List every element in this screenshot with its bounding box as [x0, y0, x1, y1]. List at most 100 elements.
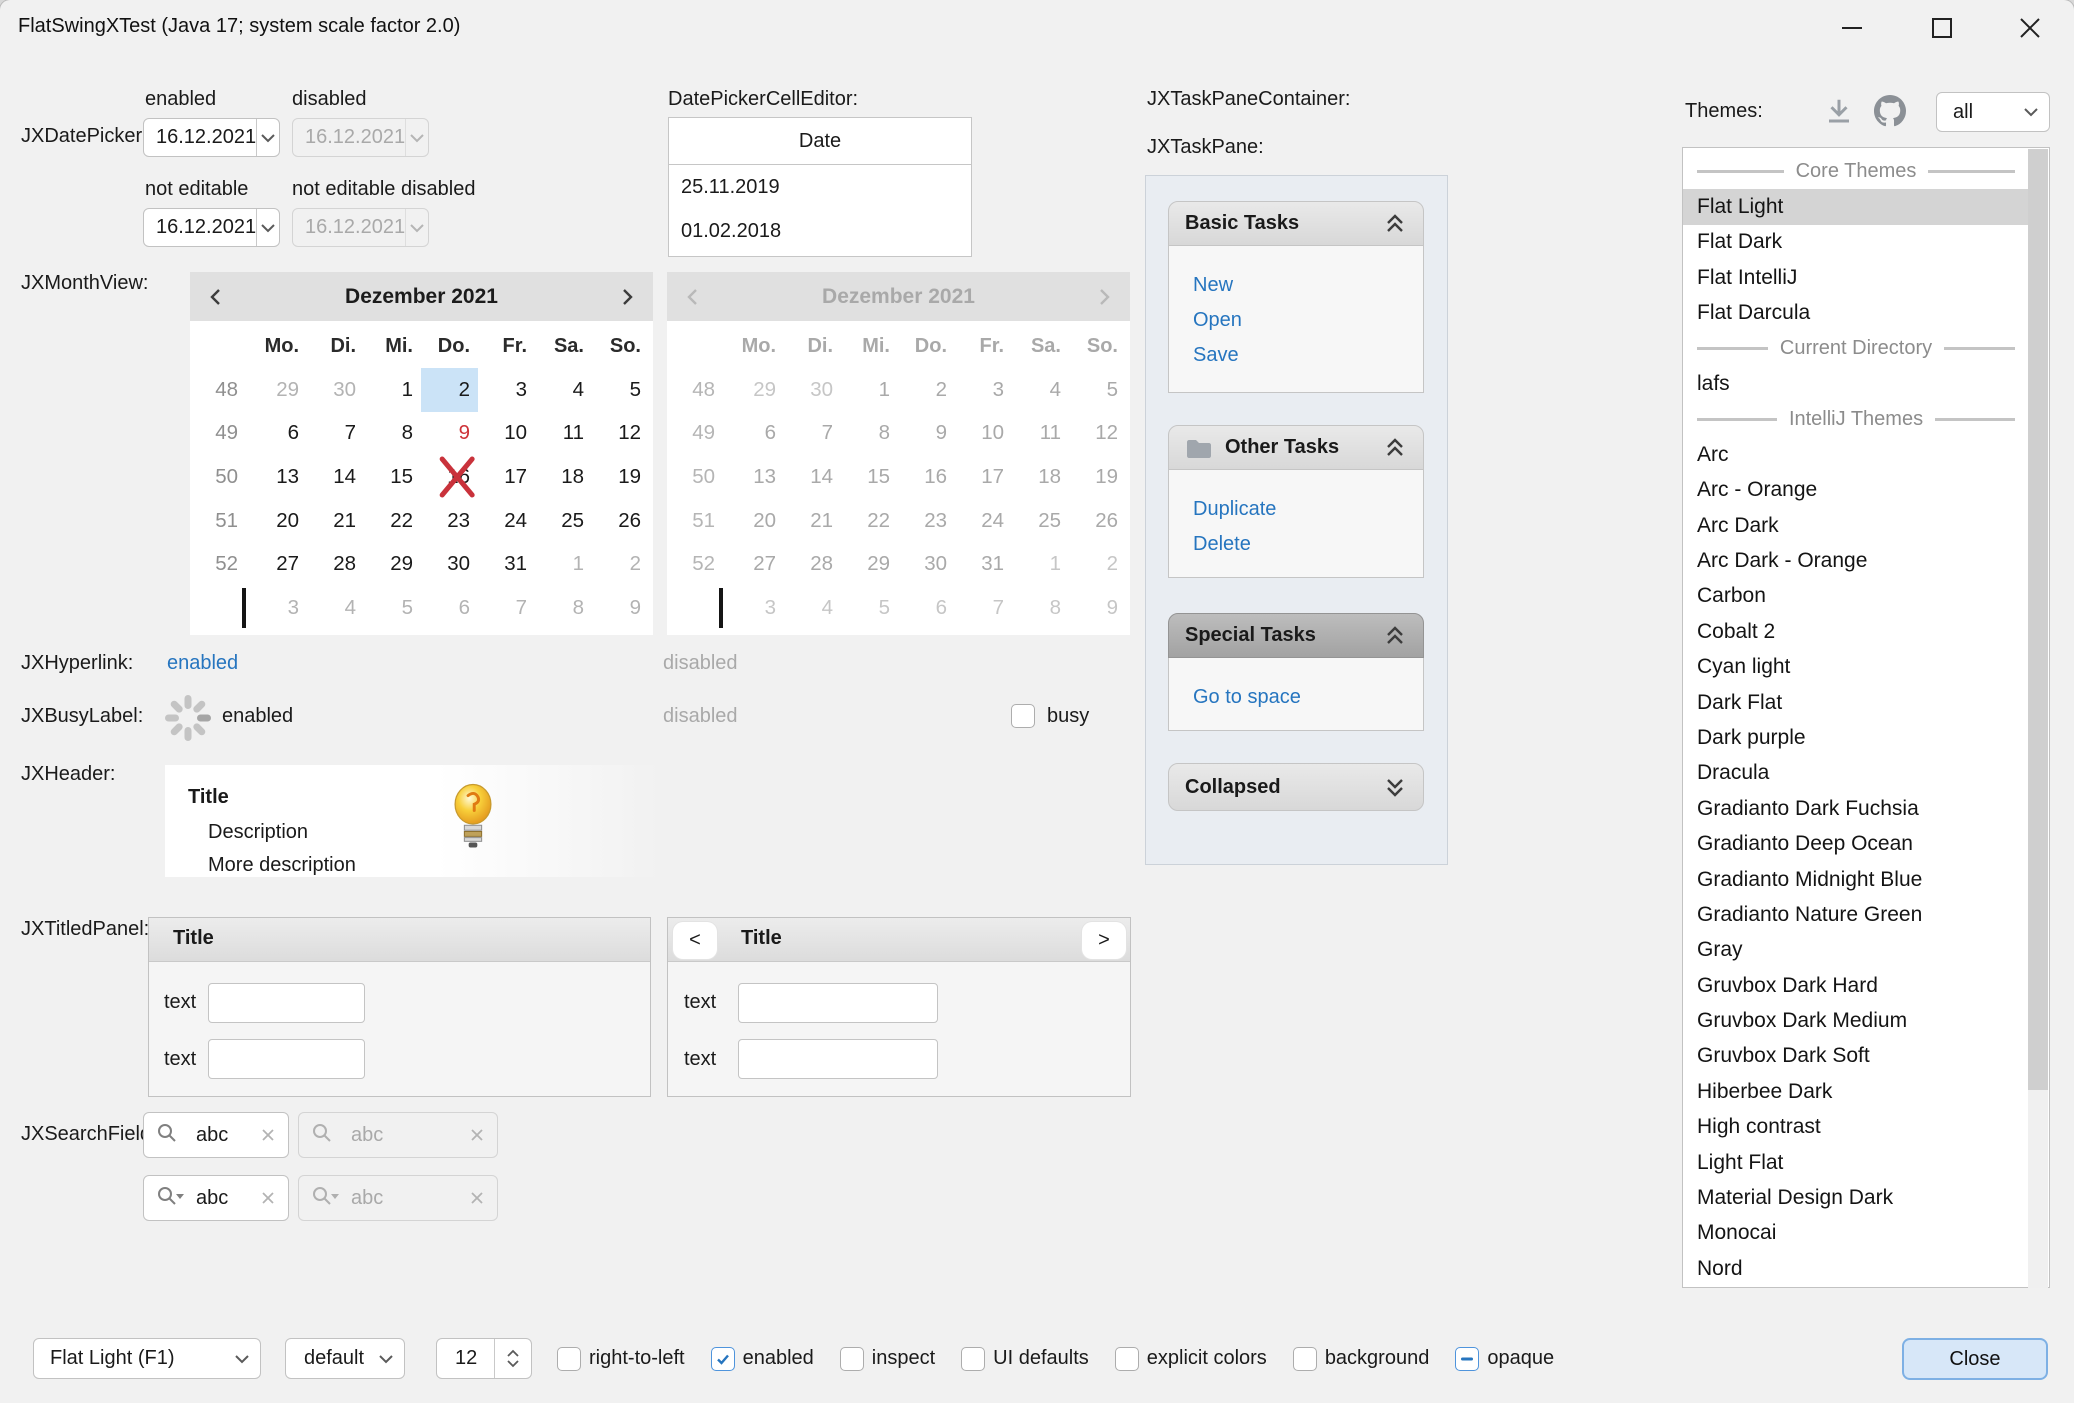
checkbox-box[interactable] — [961, 1347, 985, 1371]
taskpane-link[interactable]: Duplicate — [1193, 492, 1423, 527]
search-field-enabled[interactable]: abc — [143, 1112, 289, 1158]
themes-list-item[interactable]: Monocai — [1683, 1216, 2029, 1251]
calendar-day[interactable]: 20 — [250, 499, 307, 543]
calendar-day[interactable]: 5 — [364, 586, 421, 630]
calendar-day[interactable]: 25 — [535, 499, 592, 543]
calendar-day[interactable]: 21 — [307, 499, 364, 543]
calendar-day[interactable]: 30 — [307, 368, 364, 412]
themes-list-item[interactable]: Arc Dark — [1683, 508, 2029, 543]
themes-list-item[interactable]: Gruvbox Dark Soft — [1683, 1039, 2029, 1074]
download-icon[interactable] — [1824, 96, 1854, 126]
search-field-dropdown-enabled[interactable]: abc — [143, 1175, 289, 1221]
calendar-day[interactable]: 28 — [307, 542, 364, 586]
calendar-day[interactable]: 4 — [535, 368, 592, 412]
clear-icon[interactable] — [260, 1190, 276, 1206]
themes-list-item[interactable]: Nord — [1683, 1251, 2029, 1286]
themes-list-item[interactable]: Gradianto Dark Fuchsia — [1683, 791, 2029, 826]
taskpane-header[interactable]: Basic Tasks — [1168, 201, 1424, 246]
calendar-day[interactable]: 29 — [250, 368, 307, 412]
taskpane-link[interactable]: Save — [1193, 338, 1423, 373]
themes-list-item[interactable]: lafs — [1683, 366, 2029, 401]
themes-list-item[interactable]: Gruvbox Dark Hard — [1683, 968, 2029, 1003]
datepicker-value[interactable]: 16.12.2021 — [144, 126, 256, 149]
themes-list-item[interactable]: Hiberbee Dark — [1683, 1074, 2029, 1109]
themes-list-item[interactable]: Dark Flat — [1683, 685, 2029, 720]
date-column-header[interactable]: Date — [669, 118, 971, 165]
text-input[interactable] — [738, 983, 938, 1023]
calendar-day[interactable]: 9 — [421, 412, 478, 456]
taskpane-link[interactable]: Go to space — [1193, 680, 1423, 715]
calendar-day[interactable]: 12 — [592, 412, 649, 456]
text-input[interactable] — [738, 1039, 938, 1079]
text-input[interactable] — [208, 1039, 365, 1079]
themes-list-item[interactable]: Flat Dark — [1683, 225, 2029, 260]
themes-filter-combo[interactable]: all — [1936, 92, 2050, 132]
themes-list-item[interactable]: Carbon — [1683, 579, 2029, 614]
collapse-toggle[interactable] — [1383, 625, 1407, 647]
themes-list-item[interactable]: Material Design Dark — [1683, 1180, 2029, 1215]
date-table-row[interactable]: 01.02.2018 — [669, 209, 971, 253]
calendar-day[interactable]: 10 — [478, 412, 535, 456]
next-button[interactable]: > — [1082, 922, 1126, 959]
calendar-day[interactable]: 11 — [535, 412, 592, 456]
themes-list-item[interactable]: Dracula — [1683, 756, 2029, 791]
collapse-toggle[interactable] — [1383, 213, 1407, 235]
calendar-day[interactable]: 15 — [364, 455, 421, 499]
font-combo[interactable]: default — [285, 1338, 405, 1379]
themes-list-item[interactable]: Arc — [1683, 437, 2029, 472]
calendar-day[interactable]: 5 — [592, 368, 649, 412]
calendar-day[interactable]: 2 — [592, 542, 649, 586]
calendar-day[interactable]: 17 — [478, 455, 535, 499]
themes-list-item[interactable]: Flat IntelliJ — [1683, 260, 2029, 295]
themes-list-item[interactable]: Arc - Orange — [1683, 473, 2029, 508]
calendar-day[interactable]: 4 — [307, 586, 364, 630]
themes-list-item[interactable]: High contrast — [1683, 1110, 2029, 1145]
search-value[interactable]: abc — [196, 1187, 250, 1210]
datepicker-not-editable[interactable]: 16.12.2021 — [143, 208, 280, 247]
scrollbar-thumb[interactable] — [2028, 149, 2048, 1090]
themes-list-item[interactable]: Gradianto Deep Ocean — [1683, 826, 2029, 861]
scrollbar[interactable] — [2028, 149, 2048, 1288]
calendar-day[interactable]: 19 — [592, 455, 649, 499]
minimize-button[interactable] — [1820, 0, 1884, 56]
taskpane-link[interactable]: Open — [1193, 303, 1423, 338]
themes-list-item[interactable]: Cyan light — [1683, 649, 2029, 684]
checkbox-box[interactable] — [557, 1347, 581, 1371]
calendar-day[interactable]: 13 — [250, 455, 307, 499]
themes-list-item[interactable]: Arc Dark - Orange — [1683, 543, 2029, 578]
calendar-day[interactable]: 3 — [478, 368, 535, 412]
taskpane-header[interactable]: Collapsed — [1168, 763, 1424, 811]
search-value[interactable]: abc — [196, 1124, 250, 1147]
themes-list-item[interactable]: Gradianto Midnight Blue — [1683, 862, 2029, 897]
themes-list-item[interactable]: Flat Darcula — [1683, 296, 2029, 331]
chevron-down-icon[interactable] — [256, 119, 279, 156]
checkbox-box[interactable] — [711, 1347, 735, 1371]
calendar-day[interactable]: 24 — [478, 499, 535, 543]
calendar-day[interactable]: 1 — [364, 368, 421, 412]
calendar-day[interactable]: 29 — [364, 542, 421, 586]
calendar-day[interactable]: 23 — [421, 499, 478, 543]
laf-combo[interactable]: Flat Light (F1) — [33, 1338, 261, 1379]
calendar-day[interactable]: 22 — [364, 499, 421, 543]
themes-list-item[interactable]: Dark purple — [1683, 720, 2029, 755]
calendar-day[interactable]: 26 — [592, 499, 649, 543]
checkbox-box[interactable] — [840, 1347, 864, 1371]
checkbox-box[interactable] — [1115, 1347, 1139, 1371]
prev-button[interactable]: < — [673, 922, 717, 959]
themes-list-item[interactable]: Flat Light — [1683, 189, 2029, 224]
calendar-day[interactable]: 2 — [421, 368, 478, 412]
font-size-spinner[interactable]: 12 — [436, 1338, 532, 1379]
calendar-day[interactable]: 9 — [592, 586, 649, 630]
maximize-button[interactable] — [1910, 0, 1974, 56]
calendar-day[interactable]: 6 — [421, 586, 478, 630]
calendar-day[interactable]: 14 — [307, 455, 364, 499]
themes-list-item[interactable]: Light Flat — [1683, 1145, 2029, 1180]
calendar-day[interactable]: 16 — [421, 455, 478, 499]
hyperlink-enabled[interactable]: enabled — [167, 652, 238, 675]
datepicker-enabled[interactable]: 16.12.2021 — [143, 118, 280, 157]
close-button[interactable]: Close — [1902, 1338, 2048, 1380]
clear-icon[interactable] — [260, 1127, 276, 1143]
calendar-day[interactable]: 1 — [535, 542, 592, 586]
spinner-buttons[interactable] — [494, 1339, 531, 1378]
calendar-day[interactable]: 18 — [535, 455, 592, 499]
